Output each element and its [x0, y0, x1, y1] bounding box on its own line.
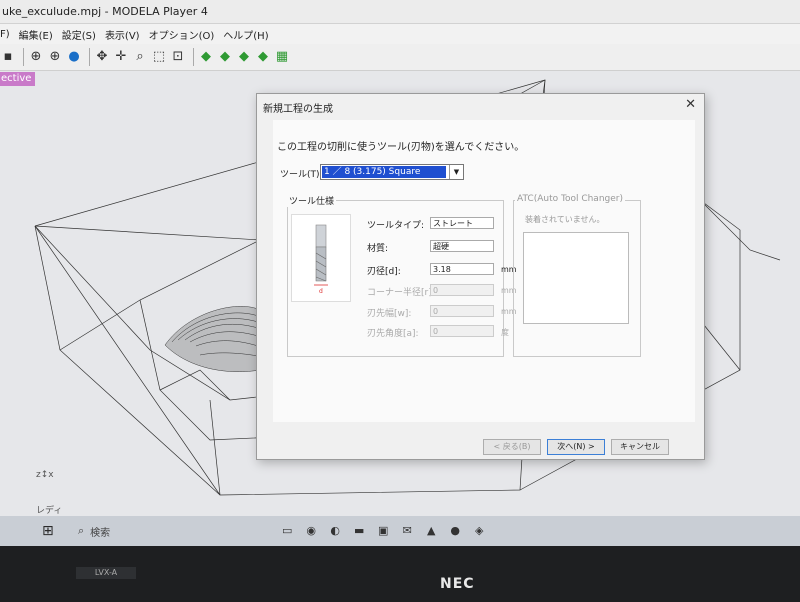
edge-icon[interactable]: ◐ [328, 524, 342, 538]
view-front-icon[interactable]: ⊕ [28, 49, 44, 65]
toolbar-separator [23, 48, 24, 66]
cube-view-top-icon[interactable]: ◆ [255, 49, 271, 65]
diameter-mark: d [319, 288, 323, 295]
fit-icon[interactable]: ⊡ [170, 49, 186, 65]
mail-icon[interactable]: ✉ [400, 524, 414, 538]
endmill-icon: d [314, 224, 328, 295]
bezel-model-label: LVX-A [76, 567, 136, 579]
tool-select[interactable]: 1 ／ 8 (3.175) Square ▼ [320, 164, 464, 180]
modela-player-icon[interactable]: ◈ [472, 524, 486, 538]
store-icon[interactable]: ▣ [376, 524, 390, 538]
screen: uke_exculude.mpj - MODELA Player 4 F) 編集… [0, 0, 800, 546]
task-view-icon[interactable]: ▭ [280, 524, 294, 538]
back-button[interactable]: < 戻る(B) [483, 439, 541, 455]
windows-start-icon[interactable]: ⊞ [42, 523, 58, 539]
chrome-icon[interactable]: ◉ [304, 524, 318, 538]
view-top-icon[interactable]: ⊕ [47, 49, 63, 65]
status-text: レディ [36, 506, 63, 516]
menu-edit[interactable]: 編集(E) [19, 27, 53, 42]
atc-group-title: ATC(Auto Tool Changer) [515, 194, 625, 204]
tool-type-field: ストレート [430, 217, 494, 229]
axis-indicator: z↕x [36, 470, 54, 480]
material-label: 材質: [367, 244, 389, 254]
tip-width-field: 0 [430, 305, 494, 317]
cancel-button[interactable]: キャンセル [611, 439, 669, 455]
tip-angle-label: 刃先角度[a]: [367, 329, 419, 339]
window-titlebar: uke_exculude.mpj - MODELA Player 4 [0, 0, 800, 24]
menu-settings[interactable]: 設定(S) [62, 27, 96, 42]
menu-file[interactable]: F) [0, 29, 10, 40]
diameter-label: 刃径[d]: [367, 267, 401, 277]
tip-angle-unit: 度 [501, 328, 509, 337]
close-icon[interactable]: ✕ [685, 97, 696, 112]
corner-radius-label: コーナー半径[r]: [367, 288, 435, 298]
diameter-field: 3.18 [430, 263, 494, 275]
taskbar-search[interactable]: 検索 [90, 524, 190, 539]
zoom-icon[interactable]: ⌕ [132, 49, 148, 65]
pan-icon[interactable]: ✛ [113, 49, 129, 65]
atc-list [523, 232, 629, 324]
app-icon[interactable]: ● [448, 524, 462, 538]
file-explorer-icon[interactable]: ▬ [352, 524, 366, 538]
search-icon[interactable]: ⌕ [78, 524, 84, 538]
view-mode-label: ective [0, 72, 35, 86]
grid-view-icon[interactable]: ▦ [274, 49, 290, 65]
toolbar: ▪ ⊕ ⊕ ● ✥ ✛ ⌕ ⬚ ⊡ ◆ ◆ ◆ ◆ ▦ [0, 44, 800, 71]
menu-help[interactable]: ヘルプ(H) [223, 27, 268, 42]
globe-icon[interactable]: ● [66, 49, 82, 65]
next-button[interactable]: 次へ(N) > [547, 439, 605, 455]
tool-type-label: ツールタイプ: [367, 221, 425, 231]
tool-label: ツール(T): [280, 170, 323, 180]
bezel-brand-logo: NEC [440, 576, 475, 592]
save-icon[interactable]: ▪ [0, 49, 16, 65]
menubar: F) 編集(E) 設定(S) 表示(V) オプション(O) ヘルプ(H) [0, 24, 800, 44]
material-field: 超硬 [430, 240, 494, 252]
corner-radius-field: 0 [430, 284, 494, 296]
tip-width-label: 刃先幅[w]: [367, 309, 412, 319]
window-title: uke_exculude.mpj - MODELA Player 4 [2, 5, 208, 18]
cube-view-front-icon[interactable]: ◆ [217, 49, 233, 65]
rotate-icon[interactable]: ✥ [94, 49, 110, 65]
dialog-instruction: この工程の切削に使うツール(刃物)を選んでください。 [277, 142, 525, 153]
menu-options[interactable]: オプション(O) [149, 27, 215, 42]
taskbar: ⊞ ⌕ 検索 ▭ ◉ ◐ ▬ ▣ ✉ ▲ ● ◈ [0, 516, 800, 546]
cube-view-iso-icon[interactable]: ◆ [198, 49, 214, 65]
menu-view[interactable]: 表示(V) [105, 27, 140, 42]
atc-note: 装着されていません。 [525, 215, 605, 224]
tip-angle-field: 0 [430, 325, 494, 337]
tool-spec-title: ツール仕様 [287, 194, 337, 207]
new-process-dialog: 新規工程の生成 ✕ この工程の切削に使うツール(刃物)を選んでください。 ツール… [256, 93, 705, 460]
app-icon[interactable]: ▲ [424, 524, 438, 538]
tool-select-value: 1 ／ 8 (3.175) Square [322, 166, 446, 178]
toolbar-separator [89, 48, 90, 66]
dialog-title: 新規工程の生成 [263, 104, 333, 115]
chevron-down-icon[interactable]: ▼ [449, 165, 463, 179]
zoom-window-icon[interactable]: ⬚ [151, 49, 167, 65]
cube-view-side-icon[interactable]: ◆ [236, 49, 252, 65]
toolbar-separator [193, 48, 194, 66]
tool-image: d [291, 214, 351, 302]
